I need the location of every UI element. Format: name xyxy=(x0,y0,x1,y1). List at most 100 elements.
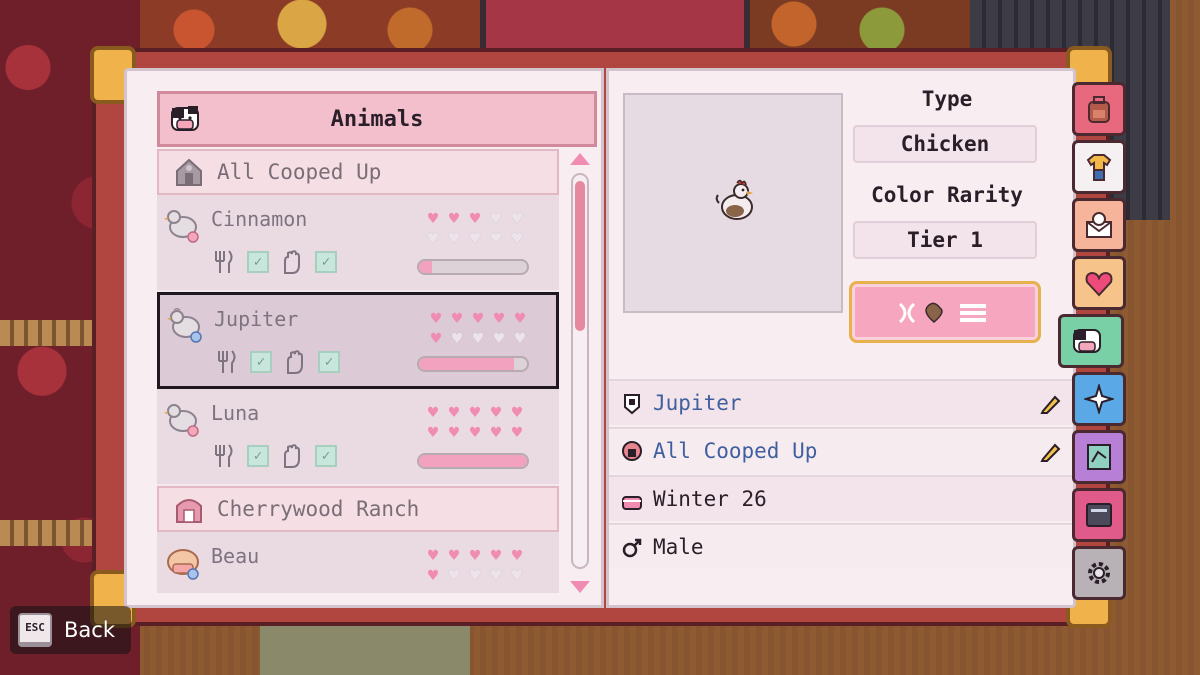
friendship-hearts: ♥ ♥ ♥ ♥ ♥ ♥ ♥ ♥ ♥ ♥ xyxy=(426,309,530,349)
heart-filled-icon: ♥ xyxy=(430,309,442,329)
animal-name: Jupiter xyxy=(214,307,299,331)
back-hint[interactable]: ESC Back xyxy=(10,606,131,654)
tab-settings[interactable] xyxy=(1072,546,1126,600)
heart-empty-icon: ♥ xyxy=(427,229,439,249)
animal-name: Luna xyxy=(211,401,260,425)
stone-path xyxy=(260,625,470,675)
map-icon xyxy=(1087,444,1111,470)
group-header-coop[interactable]: All Cooped Up xyxy=(157,149,559,195)
back-label: Back xyxy=(64,618,115,642)
tab-relationships[interactable] xyxy=(1072,256,1126,310)
growth-progress-bar xyxy=(417,259,529,275)
animal-list[interactable]: All Cooped Up Cinnamon ♥ ♥ ♥ ♥ ♥ ♥ ♥ ♥ ♥… xyxy=(157,149,559,593)
heart-filled-icon: ♥ xyxy=(493,309,505,329)
care-status: ✓ ✓ xyxy=(214,349,340,375)
color-rarity-label: Color Rarity xyxy=(871,183,1023,207)
chicken-portrait-icon xyxy=(715,179,753,220)
esc-key-icon: ESC xyxy=(18,613,52,647)
heart-filled-icon: ♥ xyxy=(490,423,502,443)
group-header-ranch[interactable]: Cherrywood Ranch xyxy=(157,486,559,532)
dna-heart-list-icon xyxy=(898,302,986,324)
heart-empty-icon: ♥ xyxy=(490,566,502,586)
growth-progress-bar xyxy=(417,356,529,372)
tab-skills[interactable] xyxy=(1072,372,1126,426)
scroll-track[interactable] xyxy=(571,173,589,569)
pet-hand-icon xyxy=(284,250,300,274)
heart-empty-icon: ♥ xyxy=(490,209,502,229)
animal-row-jupiter[interactable]: Jupiter ♥ ♥ ♥ ♥ ♥ ♥ ♥ ♥ ♥ ♥ ✓ ✓ xyxy=(157,292,559,389)
cow-face-icon xyxy=(1073,329,1101,353)
cake-icon xyxy=(622,496,642,510)
heart-filled-icon: ♥ xyxy=(427,209,439,229)
petted-checkbox: ✓ xyxy=(315,445,337,467)
heart-empty-icon: ♥ xyxy=(511,566,523,586)
tab-animals[interactable] xyxy=(1058,314,1124,368)
tab-mail[interactable] xyxy=(1072,198,1126,252)
animals-header: Animals xyxy=(157,91,597,147)
group-label: All Cooped Up xyxy=(217,160,382,184)
animal-row-luna[interactable]: Luna ♥ ♥ ♥ ♥ ♥ ♥ ♥ ♥ ♥ ♥ ✓ ✓ xyxy=(157,389,559,486)
heart-empty-icon: ♥ xyxy=(511,229,523,249)
heart-filled-icon: ♥ xyxy=(430,329,442,349)
heart-filled-icon: ♥ xyxy=(469,546,481,566)
heart-empty-icon: ♥ xyxy=(451,329,463,349)
genetics-button[interactable] xyxy=(849,281,1041,343)
animal-name-value: Jupiter xyxy=(653,391,742,415)
progress-fill xyxy=(419,261,432,273)
heart-empty-icon: ♥ xyxy=(493,329,505,349)
scroll-up-arrow-icon[interactable] xyxy=(570,153,590,165)
coop-icon xyxy=(176,158,202,186)
petted-checkbox: ✓ xyxy=(318,351,340,373)
heart-filled-icon: ♥ xyxy=(469,209,481,229)
home-row: All Cooped Up xyxy=(609,427,1073,473)
birthday-value: Winter 26 xyxy=(653,487,767,511)
heart-empty-icon: ♥ xyxy=(472,329,484,349)
animal-portrait xyxy=(623,93,843,313)
heart-empty-icon: ♥ xyxy=(469,566,481,586)
food-icon xyxy=(218,350,236,373)
heart-empty-icon: ♥ xyxy=(490,229,502,249)
shirt-icon xyxy=(1086,154,1112,181)
food-icon xyxy=(215,250,233,273)
tag-icon xyxy=(624,394,640,415)
list-scrollbar[interactable] xyxy=(567,153,593,593)
heart-filled-icon: ♥ xyxy=(448,423,460,443)
pet-hand-icon xyxy=(287,350,303,374)
move-pencil-icon[interactable] xyxy=(1039,441,1061,463)
tab-backpack[interactable] xyxy=(1072,82,1126,136)
friendship-hearts: ♥ ♥ ♥ ♥ ♥ ♥ ♥ ♥ ♥ ♥ xyxy=(423,546,527,586)
tab-journal[interactable] xyxy=(1072,488,1126,542)
heart-empty-icon: ♥ xyxy=(514,329,526,349)
chicken-female-icon xyxy=(164,210,199,243)
envelope-icon xyxy=(1086,212,1112,238)
cow-male-icon xyxy=(167,549,199,580)
heart-empty-icon: ♥ xyxy=(448,566,460,586)
scroll-down-arrow-icon[interactable] xyxy=(570,581,590,593)
progress-fill xyxy=(419,455,527,467)
sex-row: Male xyxy=(609,523,1073,569)
fed-checkbox: ✓ xyxy=(250,351,272,373)
animal-detail-page: Type Chicken Color Rarity Tier 1 Jupiter xyxy=(606,68,1076,608)
progress-fill xyxy=(419,358,515,370)
heart-filled-icon: ♥ xyxy=(469,423,481,443)
heart-filled-icon: ♥ xyxy=(448,403,460,423)
barn-icon xyxy=(176,499,202,523)
food-icon xyxy=(215,444,233,467)
animal-row-beau[interactable]: Beau ♥ ♥ ♥ ♥ ♥ ♥ ♥ ♥ ♥ ♥ xyxy=(157,532,559,593)
heart-empty-icon: ♥ xyxy=(469,229,481,249)
rename-pencil-icon[interactable] xyxy=(1039,393,1061,415)
birthday-row: Winter 26 xyxy=(609,475,1073,521)
heart-filled-icon: ♥ xyxy=(448,546,460,566)
tab-clothing[interactable] xyxy=(1072,140,1126,194)
tab-map[interactable] xyxy=(1072,430,1126,484)
heart-filled-icon: ♥ xyxy=(511,546,523,566)
scroll-thumb[interactable] xyxy=(575,181,585,331)
care-status: ✓ ✓ xyxy=(211,249,337,275)
coop-icon xyxy=(622,441,642,461)
type-value: Chicken xyxy=(853,125,1037,163)
heart-empty-icon: ♥ xyxy=(448,229,460,249)
heart-filled-icon: ♥ xyxy=(469,403,481,423)
heart-filled-icon: ♥ xyxy=(511,423,523,443)
cow-face-icon xyxy=(171,106,199,131)
animal-row-cinnamon[interactable]: Cinnamon ♥ ♥ ♥ ♥ ♥ ♥ ♥ ♥ ♥ ♥ ✓ ✓ xyxy=(157,195,559,292)
